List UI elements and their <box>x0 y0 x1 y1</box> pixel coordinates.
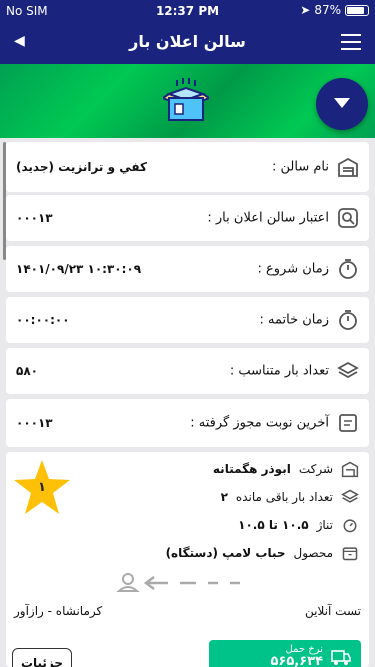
location-label: کرمانشاه - رازآور <box>14 604 103 618</box>
layers-icon <box>337 361 359 379</box>
freight-rate-value: ۵۶۵,۶۳۴ <box>270 654 323 667</box>
remaining-label: تعداد بار باقی مانده <box>235 490 333 504</box>
tonnage-label: تناژ <box>316 518 333 532</box>
page-title: سالن اعلان بار <box>129 32 246 51</box>
truck-icon <box>331 650 351 665</box>
search-icon <box>338 208 358 228</box>
info-card-last-permit: آخرین نوبت مجوز گرفته : ۰۰۰۱۳ <box>6 399 369 447</box>
route-arrow-icon <box>116 573 240 592</box>
warehouse-icon <box>341 461 359 478</box>
location-arrow-icon: ➤ <box>300 3 311 17</box>
info-label: آخرین نوبت مجوز گرفته : <box>190 415 329 431</box>
info-card-hall-name: نام سالن : كفي و ترانزيت (جديد) <box>6 142 369 192</box>
freight-rate-button[interactable]: نرخ حمل ۵۶۵,۶۳۴ <box>209 640 361 667</box>
remaining-value: ۲ <box>220 490 228 504</box>
product-row: محصول حباب لامپ (دستگاه) <box>166 542 359 564</box>
info-label: زمان شروع : <box>257 261 330 277</box>
details-button[interactable]: جزئیات <box>12 648 72 667</box>
info-card-credit: اعتبار سالن اعلان بار : ۰۰۰۱۳ <box>6 195 369 241</box>
tonnage-row: تناژ ۱۰.۵ تا ۱۰.۵ <box>238 514 359 536</box>
info-label: تعداد بار متناسب : <box>229 363 329 379</box>
weight-icon <box>343 519 357 533</box>
package-icon <box>342 547 358 561</box>
info-label: نام سالن : <box>272 159 329 175</box>
stopwatch-icon <box>339 259 357 279</box>
info-value: ۰۰۰۱۳ <box>16 211 53 225</box>
tonnage-value: ۱۰.۵ تا ۱۰.۵ <box>238 518 309 532</box>
rank-number: ۱ <box>38 480 46 495</box>
info-value: ۰۰۰۱۳ <box>16 416 53 430</box>
info-card-load-count: تعداد بار متناسب : ۵۸۰ <box>6 348 369 394</box>
info-value: ۰۰:۰۰:۰۰ <box>16 313 70 327</box>
layers-icon <box>341 489 359 503</box>
stopwatch-icon <box>339 310 357 330</box>
info-card-start-time: زمان شروع : ۱۴۰۱/۰۹/۲۳ ۱۰:۳۰:۰۹ <box>6 246 369 292</box>
product-value: حباب لامپ (دستگاه) <box>165 546 286 560</box>
product-label: محصول <box>293 546 334 560</box>
battery-percent: 87% <box>314 3 341 17</box>
remaining-row: تعداد بار باقی مانده ۲ <box>221 486 359 508</box>
load-list-item[interactable]: ۱ شرکت ابوذر هگمتانه تعداد بار باقی ماند… <box>6 452 369 667</box>
status-right: ➤ 87% <box>300 3 369 17</box>
company-label: شرکت <box>298 462 333 476</box>
expand-fab-button[interactable] <box>316 78 368 130</box>
info-label: اعتبار سالن اعلان بار : <box>207 210 329 226</box>
battery-icon <box>345 4 369 16</box>
online-label: تست آنلاین <box>305 604 361 618</box>
hamburger-menu-icon[interactable] <box>341 34 361 50</box>
chevron-down-icon <box>334 98 350 108</box>
nav-bar: ◀ سالن اعلان بار <box>0 22 375 64</box>
info-value: كفي و ترانزيت (جديد) <box>16 160 147 174</box>
company-row: شرکت ابوذر هگمتانه <box>213 458 359 480</box>
open-box-icon <box>163 78 209 121</box>
company-value: ابوذر هگمتانه <box>212 462 291 476</box>
info-value: ۱۴۰۱/۰۹/۲۳ ۱۰:۳۰:۰۹ <box>16 262 142 276</box>
info-label: زمان خاتمه : <box>259 312 330 328</box>
warehouse-icon <box>338 157 358 177</box>
rank-badge: ۱ <box>12 458 72 518</box>
info-value: ۵۸۰ <box>16 364 38 378</box>
status-bar: No SIM 12:37 PM ➤ 87% <box>0 0 375 22</box>
info-card-end-time: زمان خاتمه : ۰۰:۰۰:۰۰ <box>6 297 369 343</box>
document-icon <box>339 414 357 432</box>
